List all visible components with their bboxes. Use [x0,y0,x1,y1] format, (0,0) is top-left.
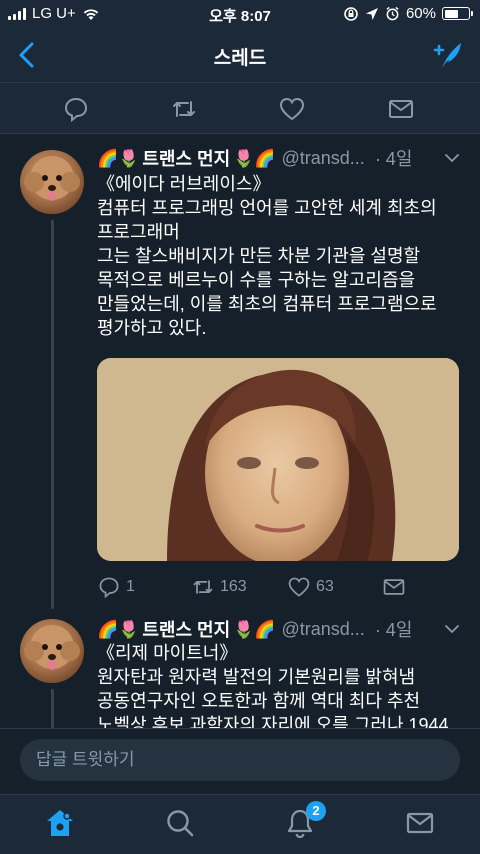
display-name[interactable]: 트랜스 먼지 [142,145,230,171]
dm-share-button[interactable] [382,575,406,599]
battery-icon [442,7,473,20]
retweet-count: 163 [220,578,247,595]
avatar[interactable] [20,619,84,683]
reply-icon [99,577,119,599]
page-title: 스레드 [213,48,267,69]
home-icon[interactable] [44,807,76,839]
user-handle[interactable]: @transd... [282,619,365,640]
tweet[interactable]: 🌈🌷 트랜스 먼지 🌷🌈 @transd... · 4일 《에이다 러브레이스》… [0,134,480,609]
user-handle[interactable]: @transd... [282,148,365,169]
tweet-time: · 4일 [374,149,413,169]
thread-connector-line [51,689,54,728]
like-button[interactable]: 63 [287,575,334,599]
status-right: 60% [343,5,473,22]
location-icon [365,7,378,20]
tulip-rainbow-emoji: 🌷🌈 [233,148,276,168]
tweet-actions: 1 163 63 [97,575,463,599]
tweet-header: 🌈🌷 트랜스 먼지 🌷🌈 @transd... · 4일 [97,144,462,172]
message-envelope-icon[interactable] [387,95,415,123]
tweet[interactable]: 🌈🌷 트랜스 먼지 🌷🌈 @transd... · 4일 《리제 마이트너》 원… [0,609,480,728]
alarm-icon [386,6,399,21]
battery-fill [444,9,459,18]
messages-envelope-icon[interactable] [404,807,436,839]
chevron-down-icon[interactable] [444,150,460,166]
like-heart-icon[interactable] [278,95,306,123]
retweet-icon [193,580,213,594]
reply-count: 1 [126,578,135,595]
compose-tweet-icon[interactable] [430,38,464,72]
rainbow-tulip-emoji: 🌈🌷 [97,619,140,639]
like-heart-icon [288,577,310,597]
poodle-avatar-icon [24,625,80,670]
previous-tweet-actions [0,82,480,134]
retweet-icon[interactable] [170,95,198,123]
status-bar: LG U+ 오후 8:07 60% [0,0,480,28]
tweet-text: 《에이다 러브레이스》 컴퓨터 프로그래밍 언어를 고안한 세계 최초의 프로그… [97,174,437,338]
reply-input[interactable]: 답글 트윗하기 [20,739,460,781]
chevron-down-icon[interactable] [444,621,460,637]
display-name[interactable]: 트랜스 먼지 [142,616,230,642]
nav-header: 스레드 [0,28,480,82]
thread-connector-line [51,220,54,609]
orientation-lock-icon [344,6,358,21]
reply-bar: 답글 트윗하기 [0,728,480,794]
search-icon[interactable] [164,807,196,839]
tweet-time: · 4일 [374,620,413,640]
thread-feed[interactable]: 🌈🌷 트랜스 먼지 🌷🌈 @transd... · 4일 《에이다 러브레이스》… [0,134,480,728]
tweet-text: 《리제 마이트너》 원자탄과 원자력 발전의 기본원리를 밝혀냄 공동연구자인 … [97,643,449,728]
like-count: 63 [316,578,334,595]
battery-percent: 60% [405,5,436,22]
poodle-avatar-icon [24,156,80,201]
tweet-photo[interactable] [97,358,459,561]
tweet-header: 🌈🌷 트랜스 먼지 🌷🌈 @transd... · 4일 [97,615,462,643]
reply-button[interactable]: 1 [97,575,135,599]
avatar[interactable] [20,150,84,214]
rainbow-tulip-emoji: 🌈🌷 [97,148,140,168]
reply-icon[interactable] [62,95,90,123]
message-envelope-icon [383,579,405,595]
tab-bar: 2 [0,794,480,854]
notifications-badge: 2 [306,801,326,821]
tulip-rainbow-emoji: 🌷🌈 [233,619,276,639]
portrait-photo [97,358,459,561]
retweet-button[interactable]: 163 [191,575,247,599]
